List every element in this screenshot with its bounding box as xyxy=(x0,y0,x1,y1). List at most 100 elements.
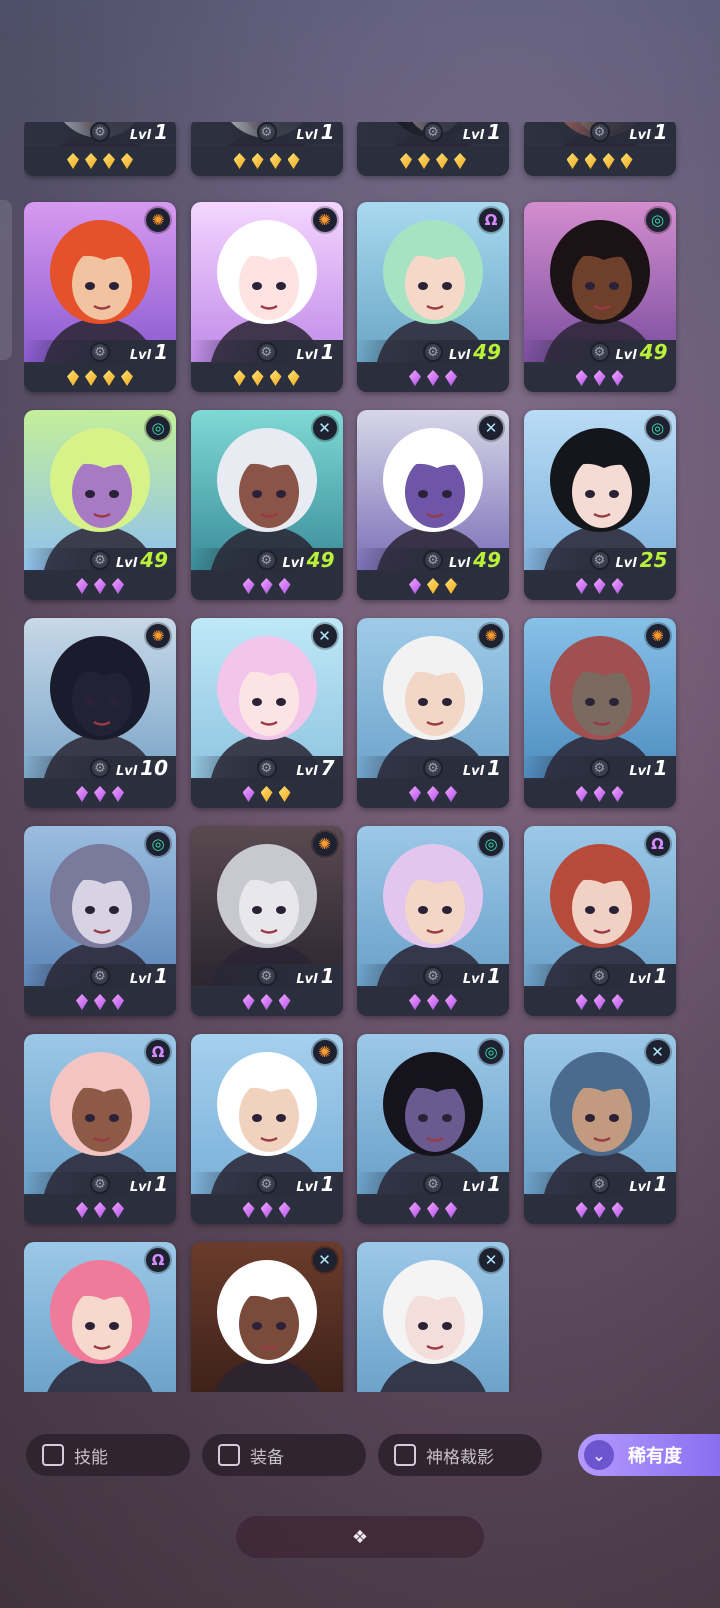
hero-card[interactable]: ✕ ⚙ Lvl 7 xyxy=(190,618,343,808)
gold-gem-icon xyxy=(620,153,633,169)
gear-icon: ⚙ xyxy=(90,758,110,778)
hero-level: Lvl 1 xyxy=(629,1172,667,1196)
rarity-gems xyxy=(523,988,676,1016)
gear-icon: ⚙ xyxy=(90,342,110,362)
hero-card[interactable]: ✕ xyxy=(357,1242,509,1392)
hero-eye xyxy=(418,1114,428,1122)
checkbox-icon[interactable] xyxy=(394,1444,416,1466)
hero-card[interactable]: ◎ ⚙ Lvl 49 xyxy=(24,410,176,600)
gear-icon: ⚙ xyxy=(256,1174,277,1194)
level-value: 1 xyxy=(154,1172,168,1196)
level-value: 1 xyxy=(154,340,168,364)
hero-card[interactable]: ◎ ⚙ Lvl 1 xyxy=(24,826,176,1016)
skill-filter-chip[interactable]: 技能 xyxy=(26,1434,190,1476)
hero-card[interactable]: Ω xyxy=(24,1242,176,1392)
hero-card[interactable]: ✕ xyxy=(190,1242,343,1392)
purple-gem-icon xyxy=(593,1202,606,1218)
hero-card[interactable]: ✺ ⚙ Lvl 1 xyxy=(190,826,343,1016)
hero-eye xyxy=(251,1114,262,1122)
class-glyph: ✺ xyxy=(318,210,331,229)
hero-card[interactable]: ◎ ⚙ Lvl 1 xyxy=(357,1034,509,1224)
hero-card[interactable]: ✕ ⚙ Lvl 49 xyxy=(190,410,343,600)
class-glyph: ✕ xyxy=(651,1042,664,1061)
purple-gem-icon xyxy=(427,994,439,1010)
hero-card[interactable]: ◎ ⚙ Lvl 49 xyxy=(523,202,676,392)
rarity-gems xyxy=(523,1196,676,1224)
hero-card[interactable]: ✺ ⚙ Lvl 1 xyxy=(190,202,343,392)
level-value: 49 xyxy=(306,548,335,572)
gold-gem-icon xyxy=(436,153,448,169)
gear-icon: ⚙ xyxy=(589,342,610,362)
level-value: 1 xyxy=(653,964,668,988)
hero-card[interactable]: ⚙ Lvl 1 xyxy=(190,122,343,176)
class-glyph: ◎ xyxy=(484,1042,498,1061)
mage-class-icon: Ω xyxy=(479,208,503,232)
hero-card[interactable]: ◎ ⚙ Lvl 1 xyxy=(357,826,509,1016)
hero-card[interactable]: ⚙ Lvl 1 xyxy=(523,122,676,176)
class-glyph: Ω xyxy=(151,1042,165,1061)
level-prefix: Lvl xyxy=(129,128,152,143)
equipment-filter-chip[interactable]: 装备 xyxy=(202,1434,366,1476)
hero-eye xyxy=(608,698,619,706)
rarity-gems xyxy=(24,1196,176,1224)
hero-eye xyxy=(275,490,286,498)
checkbox-icon[interactable] xyxy=(42,1444,64,1466)
side-drawer-tab[interactable] xyxy=(0,200,12,360)
class-glyph: ◎ xyxy=(151,418,165,437)
hero-level: Lvl 25 xyxy=(615,548,667,572)
hero-eye xyxy=(442,490,452,498)
gold-gem-icon xyxy=(103,370,115,386)
divine-filter-chip[interactable]: 神格裁影 xyxy=(378,1434,542,1476)
purple-gem-icon xyxy=(445,786,457,802)
level-value: 1 xyxy=(320,340,335,364)
mage-class-icon: Ω xyxy=(645,832,670,856)
hero-eye xyxy=(85,698,95,706)
rarity-gems xyxy=(190,780,343,808)
hero-level: Lvl 1 xyxy=(296,122,334,144)
hero-eye xyxy=(584,282,595,290)
class-glyph: ✺ xyxy=(318,1042,331,1061)
hero-card[interactable]: ✺ ⚙ Lvl 1 xyxy=(24,202,176,392)
tank-class-icon: ◎ xyxy=(146,832,170,856)
marksman-class-icon: ✕ xyxy=(479,1248,503,1272)
hero-card[interactable]: ✺ ⚙ Lvl 1 xyxy=(190,1034,343,1224)
rarity-gems xyxy=(523,780,676,808)
hero-card[interactable]: Ω ⚙ Lvl 49 xyxy=(357,202,509,392)
hero-eye xyxy=(418,282,428,290)
gear-icon: ⚙ xyxy=(589,550,610,570)
purple-gem-icon xyxy=(260,1202,273,1218)
purple-gem-icon xyxy=(611,786,624,802)
marksman-class-icon: ✕ xyxy=(479,416,503,440)
gold-gem-icon xyxy=(103,153,115,169)
purple-gem-icon xyxy=(242,578,255,594)
hero-card[interactable]: ◎ ⚙ Lvl 25 xyxy=(523,410,676,600)
hero-card[interactable]: ⚙ Lvl 1 xyxy=(357,122,509,176)
rarity-sort-button[interactable]: ⌄ 稀有度 xyxy=(578,1434,720,1476)
hero-level: Lvl 1 xyxy=(463,756,501,780)
rarity-gems xyxy=(190,146,343,176)
hero-eye xyxy=(275,1114,286,1122)
checkbox-icon[interactable] xyxy=(218,1444,240,1466)
rarity-gems xyxy=(357,780,509,808)
hero-card[interactable]: ✺ ⚙ Lvl 1 xyxy=(357,618,509,808)
purple-gem-icon xyxy=(445,1202,457,1218)
hero-level: Lvl 1 xyxy=(296,340,334,364)
hero-card[interactable]: ✺ ⚙ Lvl 10 xyxy=(24,618,176,808)
gold-gem-icon xyxy=(233,153,246,169)
class-glyph: ✕ xyxy=(484,418,498,437)
hero-card[interactable]: Ω ⚙ Lvl 1 xyxy=(523,826,676,1016)
hero-level: Lvl 1 xyxy=(296,1172,334,1196)
mage-class-icon: Ω xyxy=(146,1040,170,1064)
hero-card[interactable]: ✕ ⚙ Lvl 49 xyxy=(357,410,509,600)
hero-eye xyxy=(85,906,95,914)
hero-card[interactable]: Ω ⚙ Lvl 1 xyxy=(24,1034,176,1224)
hero-card[interactable]: ✺ ⚙ Lvl 1 xyxy=(523,618,676,808)
level-prefix: Lvl xyxy=(615,348,637,363)
bottom-handle-button[interactable]: ❖ xyxy=(236,1516,484,1558)
class-glyph: ✕ xyxy=(318,1250,331,1269)
hero-eye xyxy=(109,1322,119,1330)
hero-card[interactable]: ✕ ⚙ Lvl 1 xyxy=(523,1034,676,1224)
level-prefix: Lvl xyxy=(448,348,471,363)
level-value: 1 xyxy=(487,1172,501,1196)
hero-card[interactable]: ⚙ Lvl 1 xyxy=(24,122,176,176)
